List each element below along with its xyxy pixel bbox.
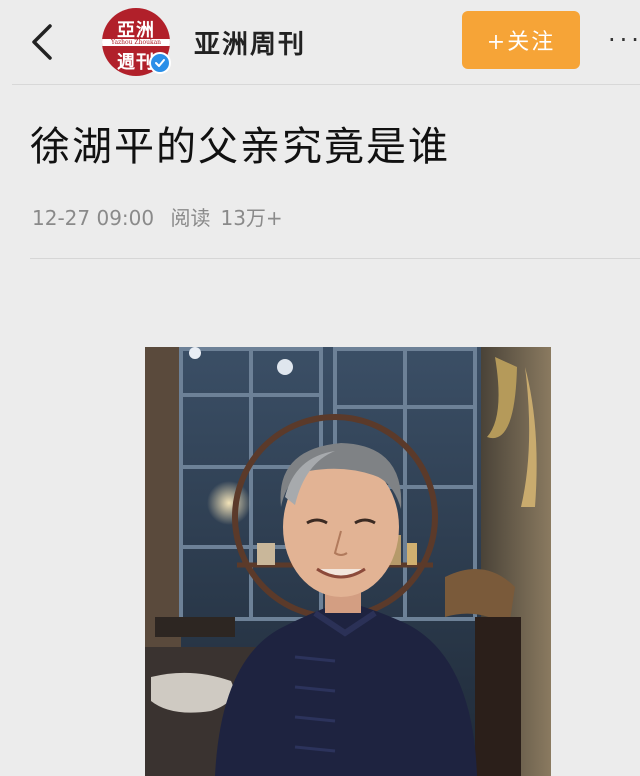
read-label: 阅读	[170, 206, 211, 230]
more-dots-icon[interactable]: ···	[608, 26, 640, 56]
publish-time: 12-27 09:00	[32, 206, 155, 230]
account-name[interactable]: 亚洲周刊	[194, 24, 306, 61]
chevron-left-icon	[32, 24, 52, 60]
article-photo[interactable]	[145, 347, 551, 776]
portrait-illustration	[145, 347, 551, 776]
header-divider	[12, 84, 640, 85]
top-bar: 亞洲 Yazhou Zhoukan 週刊 亚洲周刊 +关注 ···	[0, 0, 640, 84]
article-meta: 12-27 09:00 阅读 13万+	[32, 202, 293, 231]
meta-divider	[30, 258, 640, 259]
back-button[interactable]	[22, 20, 62, 64]
read-count: 13万+	[220, 206, 283, 230]
follow-button[interactable]: +关注	[462, 11, 580, 69]
avatar-text-middle: Yazhou Zhoukan	[102, 39, 170, 46]
verified-check-icon	[149, 52, 171, 74]
article-title: 徐湖平的父亲究竟是谁	[30, 124, 450, 170]
